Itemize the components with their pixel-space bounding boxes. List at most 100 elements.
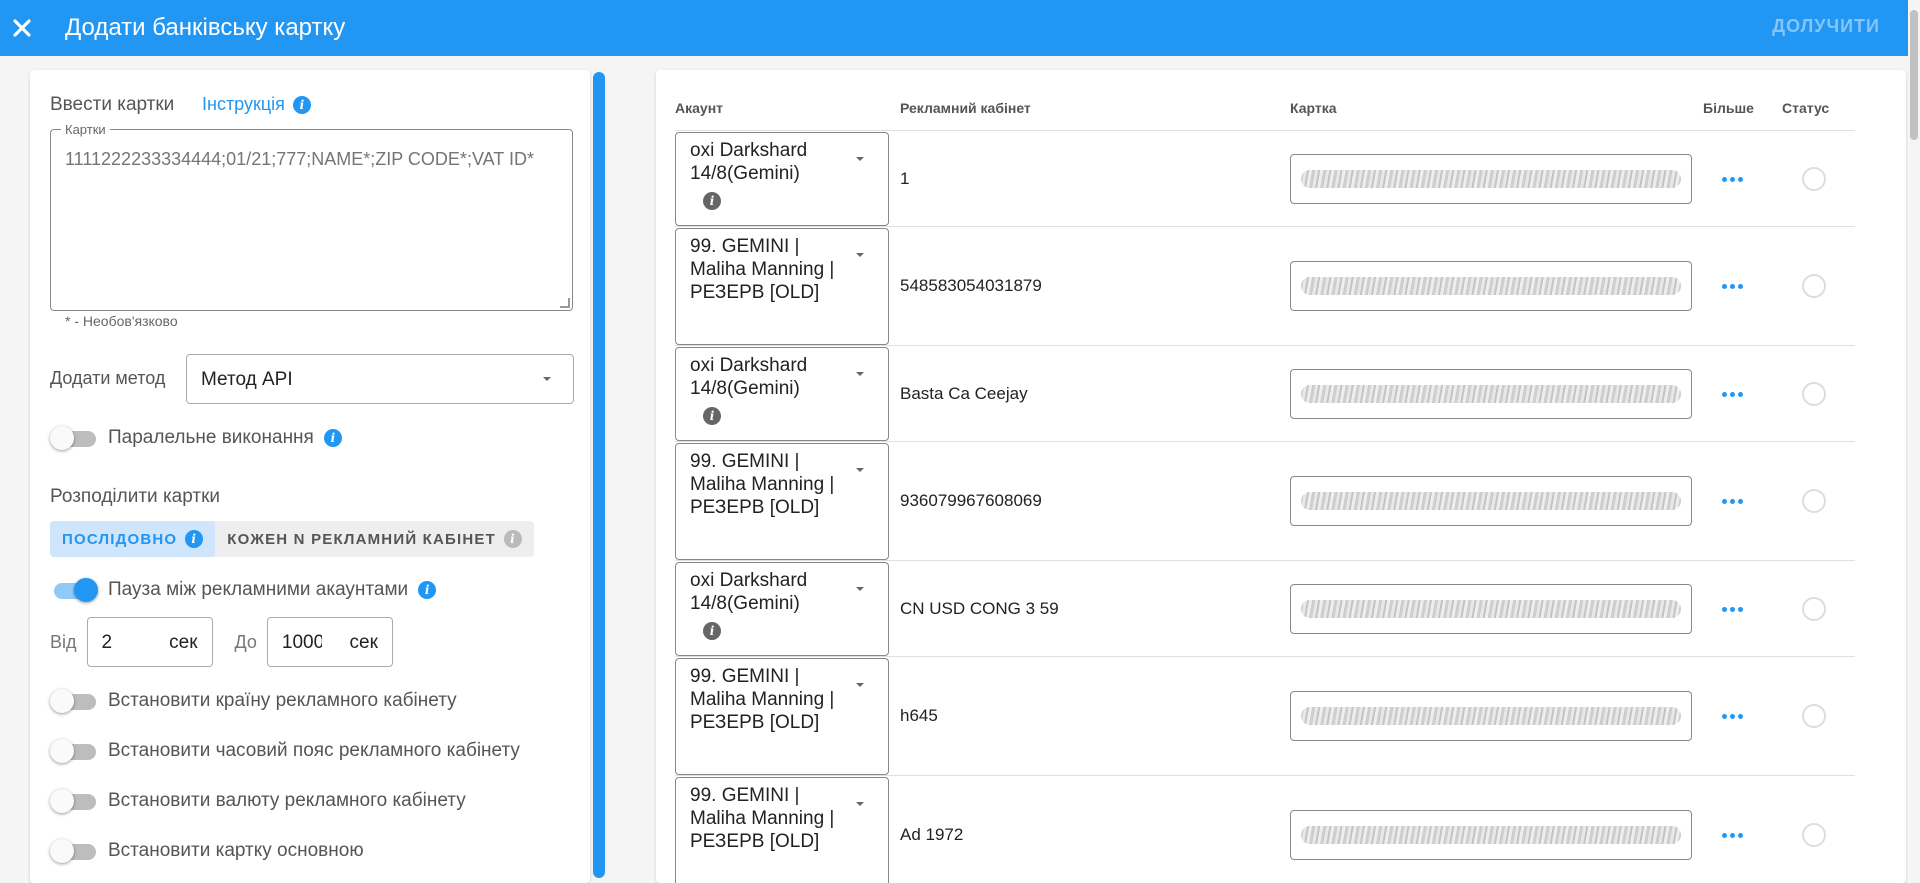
currency-label: Встановити валюту рекламного кабінету xyxy=(108,790,466,811)
submit-button[interactable]: ДОЛУЧИТИ xyxy=(1772,16,1880,37)
chevron-down-icon xyxy=(543,377,551,381)
page-scrollbar-thumb[interactable] xyxy=(1910,10,1918,140)
primary-card-label: Встановити картку основною xyxy=(108,840,364,861)
primary-card-switch[interactable] xyxy=(50,839,98,863)
cards-textarea-field[interactable]: Картки xyxy=(50,122,573,311)
column-header-cabinet: Рекламний кабінет xyxy=(900,100,1031,116)
settings-panel: Ввести картки Інструкція i Картки * - Не… xyxy=(30,70,590,883)
account-select[interactable]: 99. GEMINI | Maliha Manning | РЕЗЕРВ [OL… xyxy=(675,228,889,345)
parallel-toggle-row: Паралельне виконання i xyxy=(50,426,342,450)
from-value: 2 xyxy=(101,632,113,653)
account-select[interactable]: 99. GEMINI | Maliha Manning | РЕЗЕРВ [OL… xyxy=(675,777,889,883)
table-row: 99. GEMINI | Maliha Manning | РЕЗЕРВ [OL… xyxy=(675,775,1855,883)
chevron-down-icon xyxy=(856,683,864,687)
from-input[interactable]: 2 сек xyxy=(86,617,213,667)
to-input[interactable]: 1000 сек xyxy=(266,617,393,667)
info-icon[interactable]: i xyxy=(292,95,311,114)
table-row: 99. GEMINI | Maliha Manning | РЕЗЕРВ [OL… xyxy=(675,441,1855,560)
more-options-icon[interactable] xyxy=(1722,833,1743,838)
info-icon[interactable]: i xyxy=(418,581,437,599)
more-options-icon[interactable] xyxy=(1722,392,1743,397)
account-value: 99. GEMINI | Maliha Manning | РЕЗЕРВ [OL… xyxy=(690,666,835,733)
status-indicator xyxy=(1802,489,1826,513)
redacted-card-number xyxy=(1301,492,1681,510)
card-input[interactable] xyxy=(1290,261,1692,311)
account-value: oxi Darkshard 14/8(Gemini) xyxy=(690,140,808,184)
split-option-label: ПОСЛІДОВНО xyxy=(62,530,178,548)
primary-card-toggle-row: Встановити картку основною xyxy=(50,839,364,863)
chevron-down-icon xyxy=(856,157,864,161)
chevron-down-icon xyxy=(856,253,864,257)
split-option-sequential[interactable]: ПОСЛІДОВНО i xyxy=(50,521,216,557)
resize-handle-icon[interactable] xyxy=(560,298,570,308)
info-icon[interactable]: i xyxy=(703,407,721,425)
account-value: 99. GEMINI | Maliha Manning | РЕЗЕРВ [OL… xyxy=(690,236,835,303)
cabinet-name: h645 xyxy=(900,706,938,725)
close-button[interactable] xyxy=(0,0,44,56)
country-switch[interactable] xyxy=(50,689,98,713)
card-input[interactable] xyxy=(1290,584,1692,634)
table-row: oxi Darkshard 14/8(Gemini) i 1 xyxy=(675,130,1855,226)
more-options-icon[interactable] xyxy=(1722,177,1743,182)
account-select[interactable]: 99. GEMINI | Maliha Manning | РЕЗЕРВ [OL… xyxy=(675,443,889,560)
more-options-icon[interactable] xyxy=(1722,714,1743,719)
timezone-switch[interactable] xyxy=(50,739,98,763)
to-value: 1000 xyxy=(281,632,322,653)
info-icon[interactable]: i xyxy=(185,530,204,548)
method-label: Додати метод xyxy=(50,368,166,388)
more-options-icon[interactable] xyxy=(1722,499,1743,504)
card-input[interactable] xyxy=(1290,476,1692,526)
account-select[interactable]: 99. GEMINI | Maliha Manning | РЕЗЕРВ [OL… xyxy=(675,658,889,775)
dialog-title: Додати банківську картку xyxy=(65,14,346,41)
page-scrollbar[interactable] xyxy=(1908,0,1920,883)
account-value: 99. GEMINI | Maliha Manning | РЕЗЕРВ [OL… xyxy=(690,451,835,518)
info-icon[interactable]: i xyxy=(703,622,721,640)
settings-scrollbar[interactable] xyxy=(593,72,605,878)
instruction-link[interactable]: Інструкція i xyxy=(202,94,311,115)
parallel-switch[interactable] xyxy=(50,426,98,450)
info-icon[interactable]: i xyxy=(504,530,523,548)
status-indicator xyxy=(1802,167,1826,191)
split-option-every-n[interactable]: КОЖЕН N РЕКЛАМНИЙ КАБІНЕТ i xyxy=(215,521,534,557)
cabinet-name: 548583054031879 xyxy=(900,276,1042,295)
redacted-card-number xyxy=(1301,277,1681,295)
optional-hint: * - Необов'язково xyxy=(65,313,178,329)
currency-switch[interactable] xyxy=(50,789,98,813)
status-indicator xyxy=(1802,704,1826,728)
column-header-card: Картка xyxy=(1290,100,1337,116)
to-unit: сек xyxy=(349,632,378,653)
table-row: oxi Darkshard 14/8(Gemini) i Basta Ca Ce… xyxy=(675,345,1855,441)
more-options-icon[interactable] xyxy=(1722,284,1743,289)
redacted-card-number xyxy=(1301,385,1681,403)
app-bar: Додати банківську картку ДОЛУЧИТИ xyxy=(0,0,1920,56)
info-icon[interactable]: i xyxy=(323,429,342,447)
redacted-card-number xyxy=(1301,600,1681,618)
more-options-icon[interactable] xyxy=(1722,607,1743,612)
pause-toggle-row: Пауза між рекламними акаунтами i xyxy=(50,578,437,602)
account-select[interactable]: oxi Darkshard 14/8(Gemini) i xyxy=(675,132,889,226)
from-unit: сек xyxy=(169,632,198,653)
card-input[interactable] xyxy=(1290,154,1692,204)
card-input[interactable] xyxy=(1290,369,1692,419)
method-select[interactable]: Метод API xyxy=(186,354,574,404)
timezone-toggle-row: Встановити часовий пояс рекламного кабін… xyxy=(50,739,520,763)
cards-textarea-legend: Картки xyxy=(61,122,110,137)
info-icon[interactable]: i xyxy=(703,192,721,210)
chevron-down-icon xyxy=(856,587,864,591)
account-select[interactable]: oxi Darkshard 14/8(Gemini) i xyxy=(675,562,889,656)
pause-switch[interactable] xyxy=(50,578,98,602)
account-value: oxi Darkshard 14/8(Gemini) xyxy=(690,570,808,614)
card-input[interactable] xyxy=(1290,691,1692,741)
account-value: oxi Darkshard 14/8(Gemini) xyxy=(690,355,808,399)
instruction-label: Інструкція xyxy=(202,94,285,114)
card-input[interactable] xyxy=(1290,810,1692,860)
chevron-down-icon xyxy=(856,372,864,376)
chevron-down-icon xyxy=(856,802,864,806)
account-select[interactable]: oxi Darkshard 14/8(Gemini) i xyxy=(675,347,889,441)
account-value: 99. GEMINI | Maliha Manning | РЕЗЕРВ [OL… xyxy=(690,785,835,852)
chevron-down-icon xyxy=(856,468,864,472)
cards-textarea[interactable] xyxy=(65,142,560,302)
cabinet-name: 1 xyxy=(900,169,910,188)
from-label: Від xyxy=(50,631,77,652)
column-header-account: Акаунт xyxy=(675,100,724,116)
